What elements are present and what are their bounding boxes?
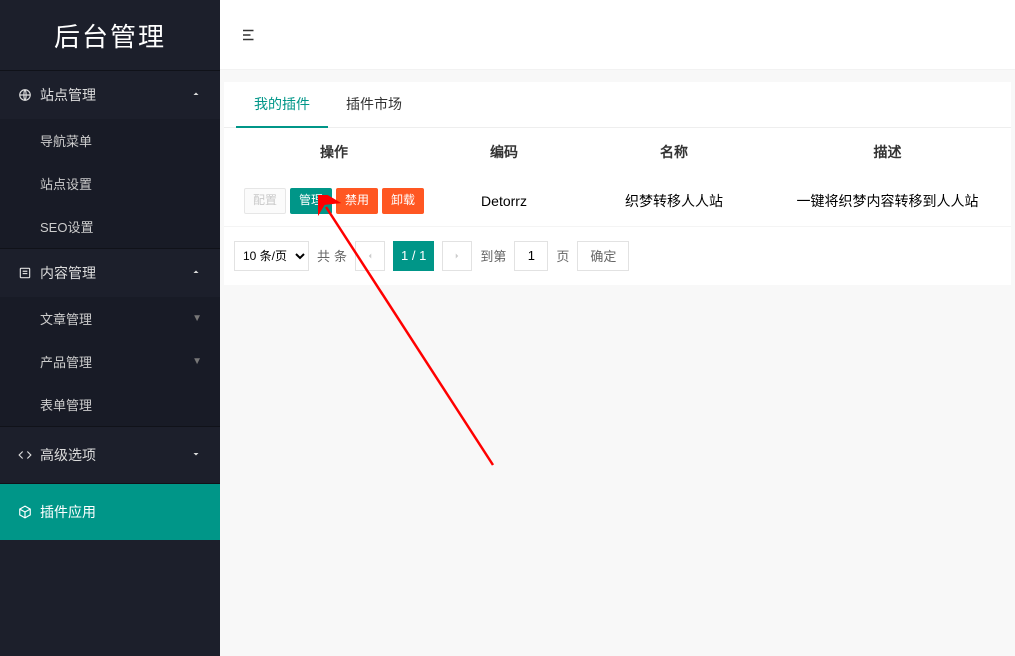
uninstall-button[interactable]: 卸载 xyxy=(382,188,424,214)
content-area: 我的插件 插件市场 操作 编码 名称 描述 配置 管理 禁用 卸载 Detorr… xyxy=(220,70,1015,656)
chevron-down-icon: ▼ xyxy=(192,356,202,367)
submenu-content: 文章管理 ▼ 产品管理 ▼ 表单管理 xyxy=(0,297,220,426)
sidebar-item-nav-menu[interactable]: 导航菜单 xyxy=(0,119,220,162)
page-goto-confirm-button[interactable]: 确定 xyxy=(577,241,629,271)
th-code: 编码 xyxy=(434,142,574,162)
cell-ops: 配置 管理 禁用 卸载 xyxy=(234,188,434,214)
cell-code: Detorrz xyxy=(434,193,574,209)
sidebar-item-label: 表单管理 xyxy=(40,395,202,414)
sidebar-item-plugins[interactable]: 插件应用 xyxy=(0,484,220,540)
sidebar-item-label: 导航菜单 xyxy=(40,131,202,150)
menu-group-plugins: 插件应用 xyxy=(0,483,220,540)
tabs-card: 我的插件 插件市场 操作 编码 名称 描述 配置 管理 禁用 卸载 Detorr… xyxy=(224,82,1011,285)
page-next-button[interactable] xyxy=(442,241,472,271)
table-header: 操作 编码 名称 描述 xyxy=(224,128,1011,176)
page-prev-button[interactable] xyxy=(355,241,385,271)
page-size-select[interactable]: 10 条/页 xyxy=(234,241,309,271)
sidebar-item-label: 产品管理 xyxy=(40,352,192,371)
sidebar-item-site-settings[interactable]: 站点设置 xyxy=(0,162,220,205)
sidebar-item-label: 站点设置 xyxy=(40,174,202,193)
file-icon xyxy=(18,266,40,280)
tab-plugin-market[interactable]: 插件市场 xyxy=(328,82,420,127)
sidebar-item-content[interactable]: 内容管理 xyxy=(0,249,220,297)
cell-name: 织梦转移人人站 xyxy=(574,191,774,211)
config-button: 配置 xyxy=(244,188,286,214)
sidebar: 后台管理 站点管理 导航菜单 站点设置 SEO设置 xyxy=(0,0,220,656)
th-desc: 描述 xyxy=(774,142,1001,162)
th-ops: 操作 xyxy=(234,142,434,162)
pager-total-prefix: 共 xyxy=(317,246,330,265)
sidebar-item-seo-settings[interactable]: SEO设置 xyxy=(0,205,220,248)
chevron-up-icon xyxy=(188,265,202,281)
menu-group-content: 内容管理 文章管理 ▼ 产品管理 ▼ 表单管理 xyxy=(0,248,220,426)
chevron-down-icon xyxy=(188,447,202,463)
code-icon xyxy=(18,448,40,462)
page-current: 1 / 1 xyxy=(393,241,434,271)
pagination: 10 条/页 共 条 1 / 1 到第 页 确定 xyxy=(224,227,1011,285)
chevron-down-icon: ▼ xyxy=(192,313,202,324)
box-icon xyxy=(18,505,40,519)
sidebar-item-label: SEO设置 xyxy=(40,217,202,236)
sidebar-item-label: 高级选项 xyxy=(40,445,188,465)
sidebar-item-label: 站点管理 xyxy=(40,85,188,105)
topbar xyxy=(220,0,1015,70)
table-row: 配置 管理 禁用 卸载 Detorrz 织梦转移人人站 一键将织梦内容转移到人人… xyxy=(224,176,1011,227)
page-goto-input[interactable] xyxy=(514,241,548,271)
pager-total-suffix: 条 xyxy=(334,246,347,265)
tabs: 我的插件 插件市场 xyxy=(224,82,1011,128)
chevron-up-icon xyxy=(188,87,202,103)
sidebar-item-label: 内容管理 xyxy=(40,263,188,283)
tab-my-plugins[interactable]: 我的插件 xyxy=(236,82,328,128)
cell-desc: 一键将织梦内容转移到人人站 xyxy=(774,191,1001,211)
menu-group-site: 站点管理 导航菜单 站点设置 SEO设置 xyxy=(0,70,220,248)
app-logo: 后台管理 xyxy=(0,0,220,70)
sidebar-item-advanced[interactable]: 高级选项 xyxy=(0,427,220,483)
sidebar-item-site[interactable]: 站点管理 xyxy=(0,71,220,119)
pager-goto-prefix: 到第 xyxy=(480,246,506,265)
sidebar-toggle-icon[interactable] xyxy=(240,26,258,44)
th-name: 名称 xyxy=(574,142,774,162)
manage-button[interactable]: 管理 xyxy=(290,188,332,214)
sidebar-item-articles[interactable]: 文章管理 ▼ xyxy=(0,297,220,340)
globe-icon xyxy=(18,88,40,102)
sidebar-item-label: 文章管理 xyxy=(40,309,192,328)
submenu-site: 导航菜单 站点设置 SEO设置 xyxy=(0,119,220,248)
disable-button[interactable]: 禁用 xyxy=(336,188,378,214)
menu-group-advanced: 高级选项 xyxy=(0,426,220,483)
sidebar-item-forms[interactable]: 表单管理 xyxy=(0,383,220,426)
pager-goto-suffix: 页 xyxy=(556,246,569,265)
plugins-table: 操作 编码 名称 描述 配置 管理 禁用 卸载 Detorrz 织梦转移人人站 … xyxy=(224,128,1011,227)
sidebar-item-products[interactable]: 产品管理 ▼ xyxy=(0,340,220,383)
sidebar-item-label: 插件应用 xyxy=(40,502,202,522)
